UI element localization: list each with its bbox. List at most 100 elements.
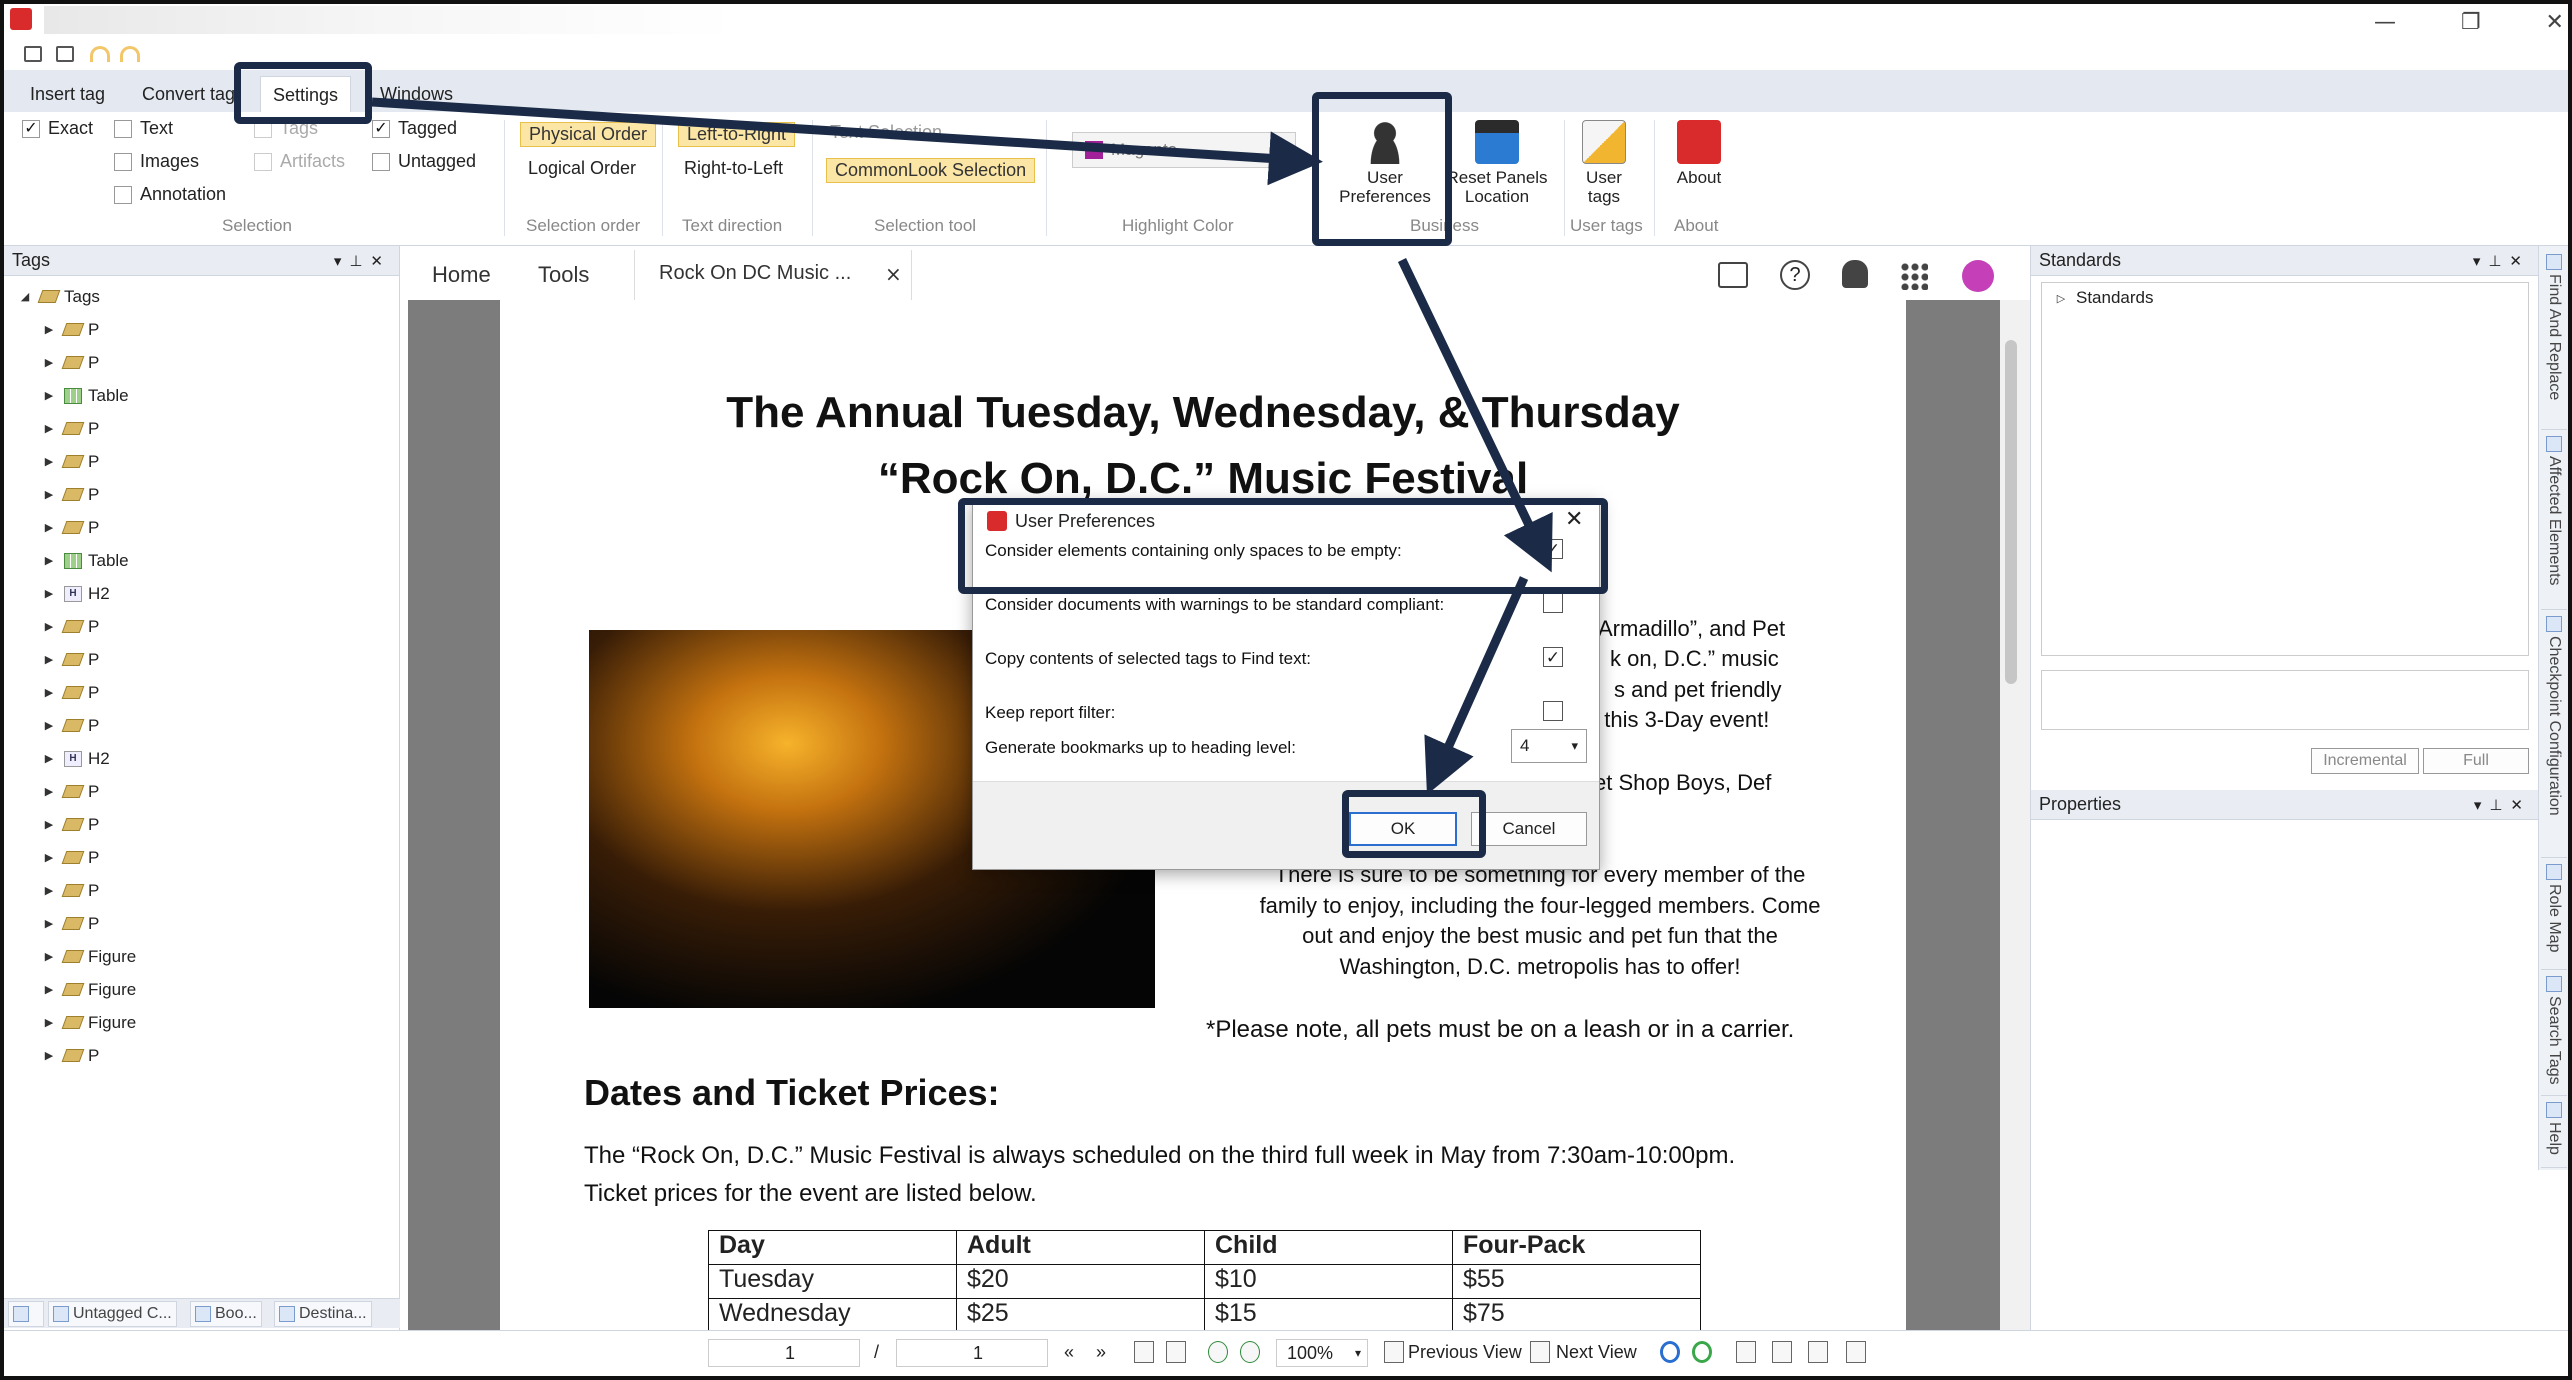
expand-right-icon[interactable]: ▶ [44, 455, 54, 468]
side-tab-help[interactable]: Help [2541, 1098, 2567, 1168]
two-page-continuous-icon[interactable] [1846, 1341, 1866, 1363]
close-window-button[interactable]: ✕ [2546, 10, 2564, 35]
share-icon[interactable] [1718, 262, 1748, 288]
expand-right-icon[interactable]: ▶ [44, 323, 54, 336]
tree-item[interactable]: ▶ H H2 [4, 742, 136, 775]
first-page-icon[interactable] [1134, 1341, 1154, 1363]
expand-right-icon[interactable]: ▶ [44, 587, 54, 600]
side-tab-search-tags[interactable]: Search Tags [2541, 972, 2567, 1096]
images-checkbox[interactable]: Images [114, 151, 199, 172]
rotate-left-icon[interactable] [1660, 1341, 1680, 1363]
expand-right-icon[interactable]: ▶ [44, 389, 54, 402]
user-preferences-button[interactable]: User Preferences [1330, 120, 1440, 206]
menu-windows[interactable]: Windows [368, 76, 465, 113]
right-to-left-button[interactable]: Right-to-Left [684, 158, 783, 179]
next-page-icon[interactable]: » [1096, 1342, 1106, 1363]
expand-right-icon[interactable]: ▶ [44, 884, 54, 897]
tree-item[interactable]: ▶ P [4, 874, 136, 907]
tree-item[interactable]: ▶ P [4, 346, 136, 379]
previous-view-button[interactable]: Previous View [1408, 1342, 1522, 1363]
tree-item[interactable]: ▶ Table [4, 379, 136, 412]
expand-right-icon[interactable]: ▶ [44, 818, 54, 831]
expand-right-icon[interactable]: ▶ [44, 356, 54, 369]
ok-button[interactable]: OK [1349, 812, 1457, 846]
panel-controls[interactable]: ▾⊥✕ [2473, 252, 2530, 270]
menu-settings[interactable]: Settings [260, 76, 352, 114]
expand-right-icon[interactable]: ▶ [44, 422, 54, 435]
expand-right-icon[interactable]: ▶ [44, 983, 54, 996]
page-number-input[interactable]: 1 [708, 1339, 860, 1367]
dialog-option-checkbox[interactable]: ✓ [1543, 539, 1563, 559]
full-button[interactable]: Full [2423, 748, 2529, 774]
expand-right-icon[interactable]: ▶ [44, 488, 54, 501]
save-as-icon[interactable] [56, 46, 74, 62]
zoom-out-icon[interactable] [1240, 1341, 1260, 1363]
tree-item[interactable]: ▶ Figure [4, 940, 136, 973]
tree-item[interactable]: ▶ P [4, 643, 136, 676]
single-page-icon[interactable] [1736, 1341, 1756, 1363]
tree-item[interactable]: ▶ P [4, 1039, 136, 1072]
side-tab-find-replace[interactable]: Find And Replace [2541, 250, 2567, 430]
menu-insert-tag[interactable]: Insert tag [18, 76, 117, 113]
expand-right-icon[interactable]: ▶ [44, 785, 54, 798]
tree-root[interactable]: ◢ Tags [4, 280, 136, 313]
commonlook-selection-button[interactable]: CommonLook Selection [826, 158, 1036, 183]
save-icon[interactable] [24, 46, 42, 62]
two-page-icon[interactable] [1808, 1341, 1828, 1363]
tree-item[interactable]: ▶ P [4, 808, 136, 841]
side-tab-role-map[interactable]: Role Map [2541, 860, 2567, 970]
next-view-icon[interactable] [1530, 1341, 1550, 1363]
text-checkbox[interactable]: Text [114, 118, 173, 139]
highlight-color-select[interactable]: Magenta ▾ [1072, 132, 1296, 168]
help-icon[interactable]: ? [1780, 260, 1810, 290]
expand-right-icon[interactable]: ▶ [44, 851, 54, 864]
redo-icon[interactable] [120, 46, 140, 62]
tree-item[interactable]: ▶ P [4, 775, 136, 808]
expand-right-icon[interactable]: ▶ [44, 1016, 54, 1029]
expand-right-icon[interactable]: ▶ [44, 917, 54, 930]
about-button[interactable]: About [1664, 120, 1734, 187]
dialog-option-checkbox[interactable] [1543, 593, 1563, 613]
cancel-button[interactable]: Cancel [1471, 812, 1587, 846]
scrollbar-thumb[interactable] [2005, 340, 2017, 684]
tree-item[interactable]: ▶ P [4, 445, 136, 478]
expand-down-icon[interactable]: ◢ [20, 290, 30, 303]
tree-item[interactable]: ▶ P [4, 610, 136, 643]
tree-item[interactable]: ▶ Figure [4, 973, 136, 1006]
bell-icon[interactable] [1842, 260, 1868, 288]
tree-item[interactable]: ▶ P [4, 511, 136, 544]
close-tab-icon[interactable]: × [885, 262, 902, 286]
zoom-select[interactable]: 100% ▾ [1276, 1339, 1368, 1367]
next-view-button[interactable]: Next View [1556, 1342, 1637, 1363]
expand-right-icon[interactable]: ▶ [44, 554, 54, 567]
left-to-right-button[interactable]: Left-to-Right [678, 122, 796, 147]
expand-right-icon[interactable]: ▶ [44, 686, 54, 699]
expand-right-icon[interactable]: ▶ [44, 950, 54, 963]
expand-right-icon[interactable]: ▶ [44, 521, 54, 534]
expand-right-icon[interactable]: ▶ [44, 1049, 54, 1062]
incremental-button[interactable]: Incremental [2311, 748, 2419, 774]
tree-item[interactable]: ▶ P [4, 412, 136, 445]
tree-item[interactable]: ▶ P [4, 841, 136, 874]
tree-item[interactable]: ▶ Table [4, 544, 136, 577]
prev-page-icon[interactable]: « [1064, 1342, 1074, 1363]
minimize-button[interactable]: — [2374, 10, 2396, 35]
tree-item[interactable]: ▶ P [4, 478, 136, 511]
expand-right-icon[interactable]: ▶ [44, 719, 54, 732]
avatar[interactable] [1962, 260, 1994, 292]
annotation-checkbox[interactable]: Annotation [114, 184, 226, 205]
reset-panels-location-button[interactable]: Reset Panels Location [1442, 120, 1552, 206]
physical-order-button[interactable]: Physical Order [520, 122, 657, 147]
tree-item[interactable]: ▶ P [4, 676, 136, 709]
heading-level-select[interactable]: 4 ▾ [1511, 729, 1587, 763]
continuous-page-icon[interactable] [1772, 1341, 1792, 1363]
dialog-close-icon[interactable]: ✕ [1565, 507, 1583, 532]
tab-home[interactable]: Home [432, 262, 491, 288]
tagged-checkbox[interactable]: ✓ Tagged [372, 118, 457, 139]
side-tab-checkpoint-configuration[interactable]: Checkpoint Configuration [2541, 612, 2567, 858]
panel-controls[interactable]: ▾⊥✕ [334, 252, 391, 270]
logical-order-button[interactable]: Logical Order [528, 158, 636, 179]
dialog-option-checkbox[interactable] [1543, 701, 1563, 721]
last-page-icon[interactable] [1166, 1341, 1186, 1363]
tab-untagged-content[interactable]: Untagged C... [48, 1301, 177, 1327]
